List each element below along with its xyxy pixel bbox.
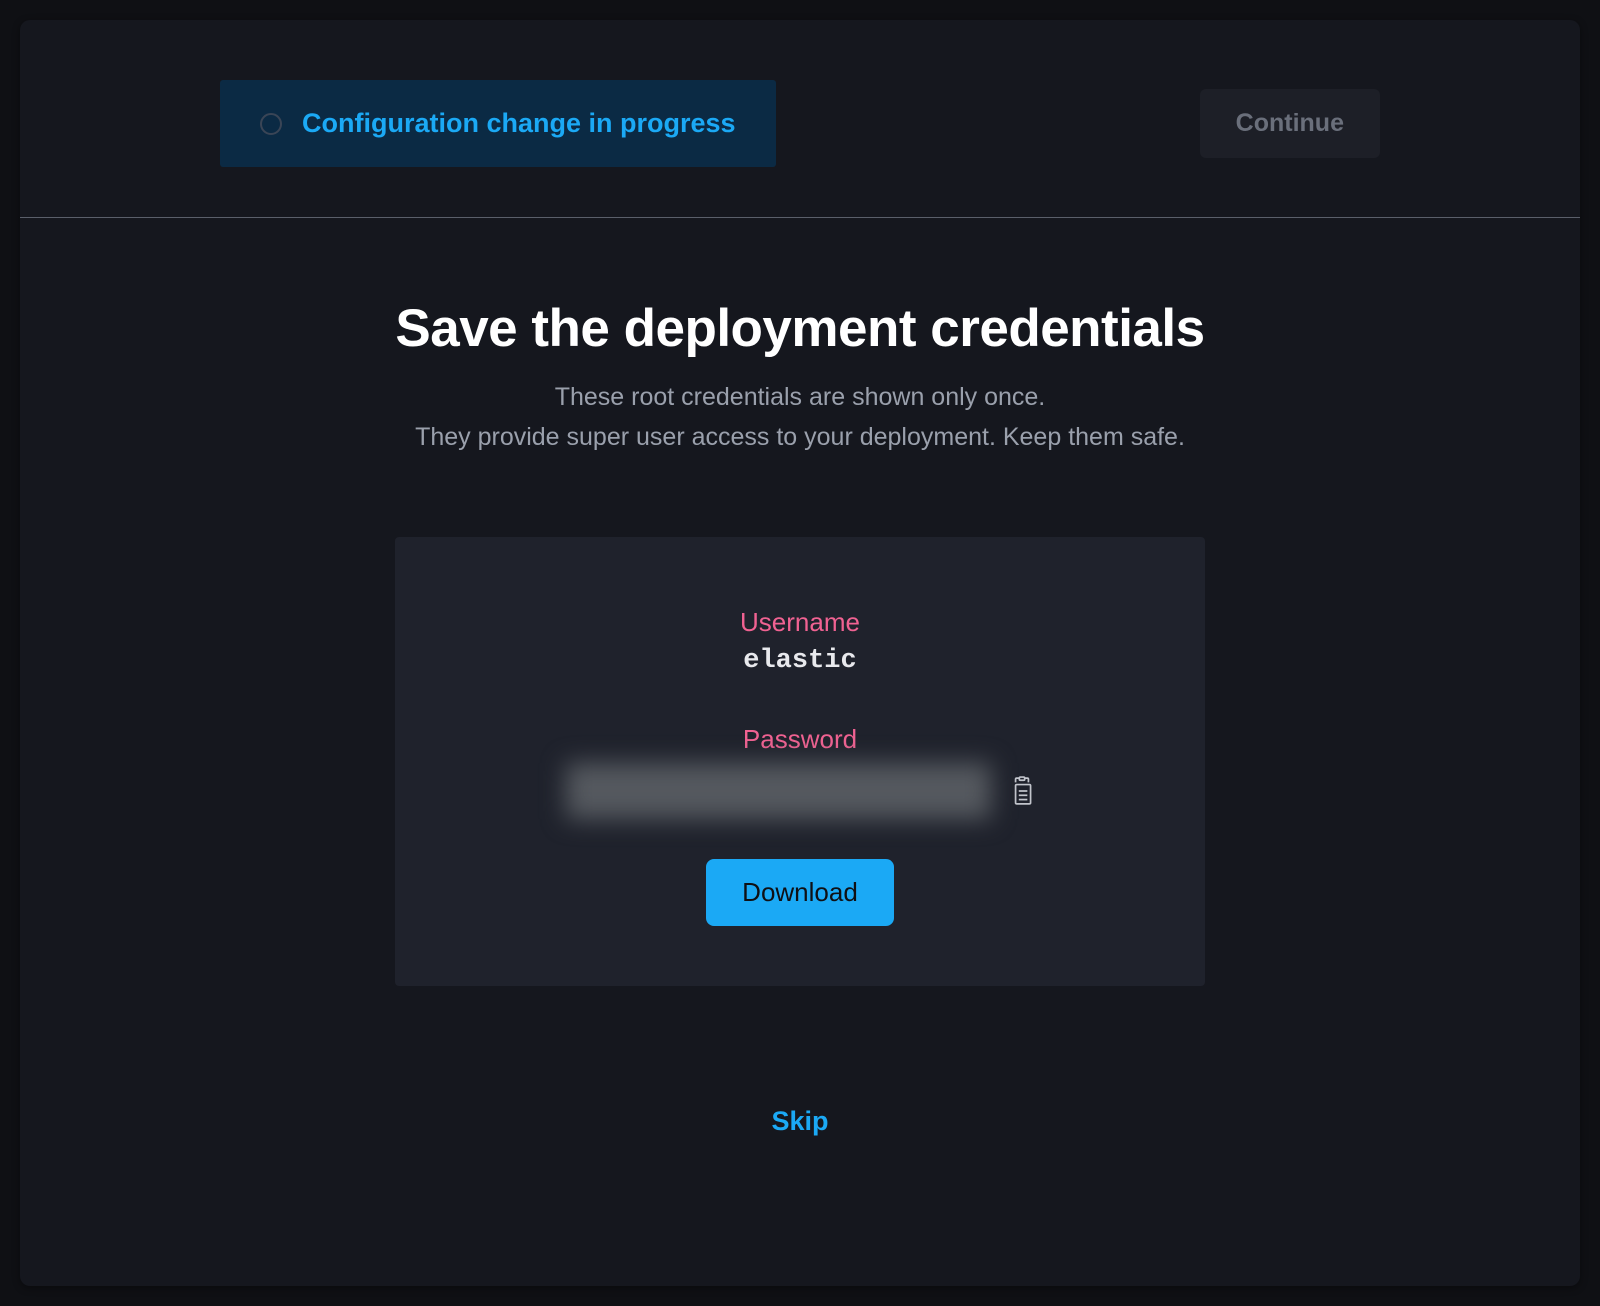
skip-link[interactable]: Skip — [771, 1106, 828, 1137]
username-label: Username — [740, 607, 860, 638]
username-value: elastic — [743, 646, 856, 676]
subtitle-line-2: They provide super user access to your d… — [415, 417, 1185, 457]
download-button[interactable]: Download — [706, 859, 894, 926]
status-badge: Configuration change in progress — [220, 80, 776, 167]
password-value-obscured — [566, 763, 991, 819]
continue-button[interactable]: Continue — [1200, 89, 1380, 158]
page-title: Save the deployment credentials — [395, 298, 1204, 359]
status-text: Configuration change in progress — [302, 108, 736, 139]
spinner-icon — [260, 113, 282, 135]
password-row — [566, 763, 1035, 819]
content-area: Save the deployment credentials These ro… — [20, 218, 1580, 1286]
password-label: Password — [743, 724, 857, 755]
copy-icon[interactable] — [1009, 776, 1035, 806]
modal-container: Configuration change in progress Continu… — [20, 20, 1580, 1286]
subtitle-line-1: These root credentials are shown only on… — [415, 377, 1185, 417]
header-bar: Configuration change in progress Continu… — [20, 20, 1580, 218]
page-subtitle: These root credentials are shown only on… — [415, 377, 1185, 457]
credentials-panel: Username elastic Password — [395, 537, 1205, 986]
